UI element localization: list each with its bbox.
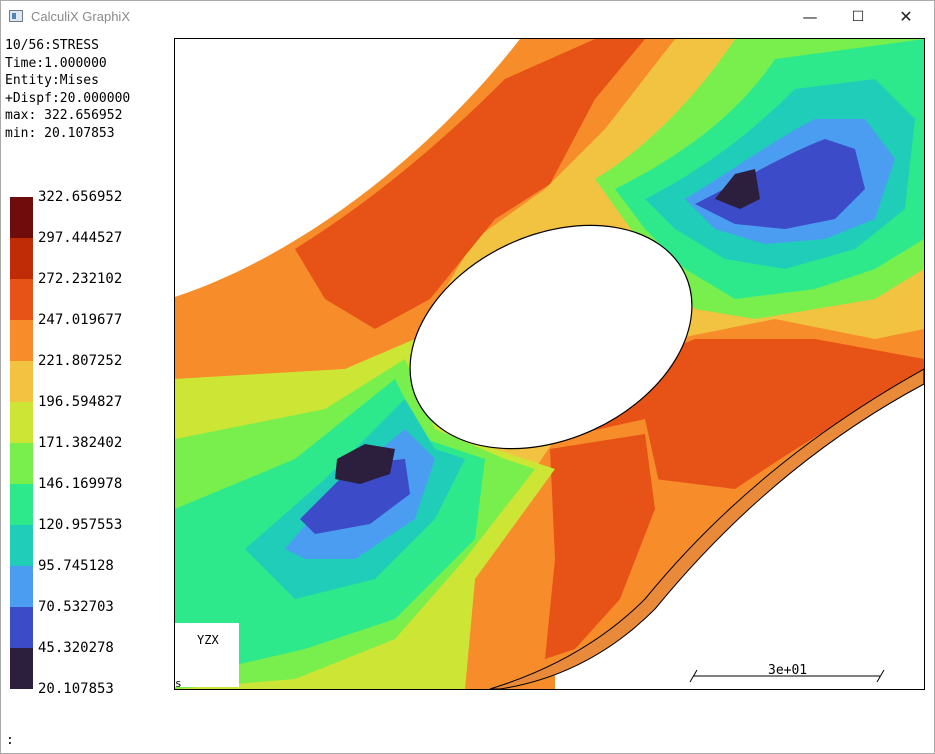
legend-swatch xyxy=(10,566,33,607)
legend-swatch xyxy=(10,238,33,279)
legend-swatch xyxy=(10,648,33,689)
graphics-viewport[interactable] xyxy=(174,38,925,690)
legend-swatch xyxy=(10,197,33,238)
legend-value: 171.382402 xyxy=(38,435,123,451)
legend-value: 297.444527 xyxy=(38,230,123,246)
legend-value: 221.807252 xyxy=(38,353,123,369)
legend-swatch xyxy=(10,525,33,566)
time-label: Time:1.000000 xyxy=(5,55,107,71)
legend-value: 45.320278 xyxy=(38,640,114,656)
legend-value: 247.019677 xyxy=(38,312,123,328)
app-icon xyxy=(9,10,23,22)
dataset-label: 10/56:STRESS xyxy=(5,38,99,53)
scale-bar-label: 3e+01 xyxy=(768,663,808,678)
fe-contour-plot[interactable] xyxy=(175,39,924,689)
max-value-label: max: 322.656952 xyxy=(5,108,123,124)
legend-value: 322.656952 xyxy=(38,189,123,205)
legend-swatch xyxy=(10,443,33,484)
legend-value: 20.107853 xyxy=(38,681,114,697)
entity-label: Entity:Mises xyxy=(5,73,99,89)
close-button[interactable]: ✕ xyxy=(883,2,929,32)
legend-swatch xyxy=(10,320,33,361)
legend-swatch xyxy=(10,607,33,648)
legend-value: 120.957553 xyxy=(38,517,123,533)
title-bar[interactable]: CalculiX GraphiX — ☐ ✕ xyxy=(1,1,934,32)
legend-value: 272.232102 xyxy=(38,271,123,287)
legend-swatch xyxy=(10,484,33,525)
legend-swatch xyxy=(10,279,33,320)
result-info-panel: 10/56:STRESS Time:1.000000 Entity:Mises +Di… xyxy=(5,37,130,143)
legend-value: 146.169978 xyxy=(38,476,123,492)
minimize-button[interactable]: — xyxy=(787,2,833,32)
legend-swatch xyxy=(10,402,33,443)
corner-mark: s xyxy=(175,677,182,690)
legend-swatch xyxy=(10,361,33,402)
window-title: CalculiX GraphiX xyxy=(31,9,130,24)
legend-value: 70.532703 xyxy=(38,599,114,615)
maximize-button[interactable]: ☐ xyxy=(835,2,881,32)
displacement-factor-label: +Dispf:20.000000 xyxy=(5,90,131,106)
legend-value: 196.594827 xyxy=(38,394,123,410)
min-value-label: min: 20.107853 xyxy=(5,125,115,141)
axes-triad-label: YZX xyxy=(197,633,219,647)
legend-value: 95.745128 xyxy=(38,558,114,574)
command-prompt[interactable]: : xyxy=(6,733,14,748)
